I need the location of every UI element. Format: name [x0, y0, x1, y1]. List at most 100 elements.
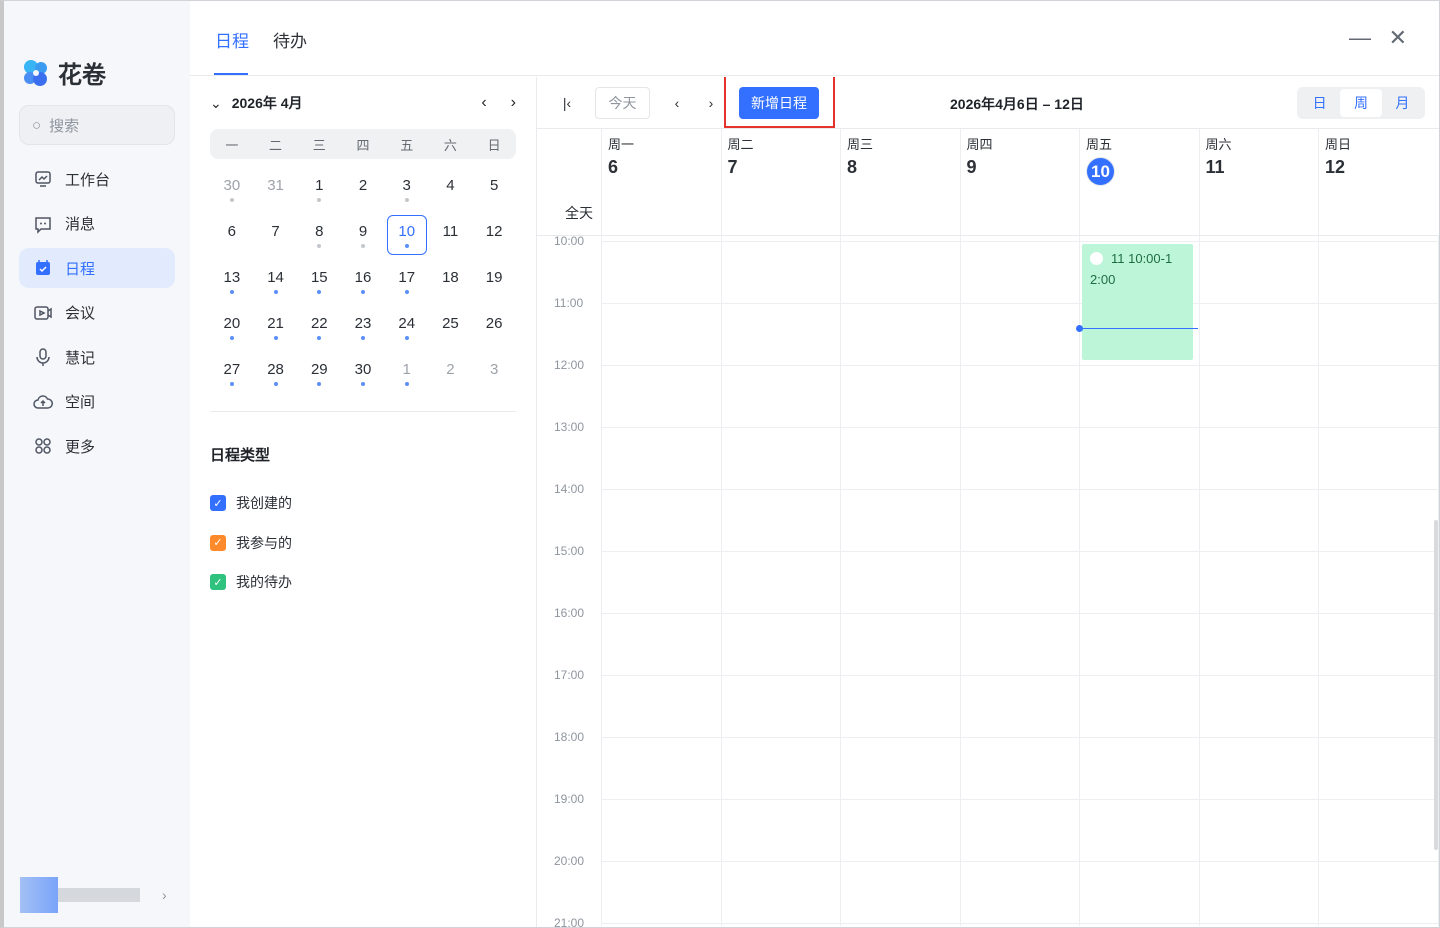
- mini-calendar-day[interactable]: 9: [343, 215, 383, 255]
- mini-calendar-day[interactable]: 3: [387, 169, 427, 209]
- day-column-header[interactable]: 周六 11: [1198, 129, 1319, 236]
- mini-calendar-day[interactable]: 11: [431, 215, 471, 255]
- next-week-button[interactable]: ›: [701, 87, 721, 119]
- avatar: [20, 877, 58, 913]
- close-button[interactable]: ✕: [1389, 25, 1407, 51]
- next-month-button[interactable]: ›: [511, 94, 516, 112]
- search-input[interactable]: ○ 搜索: [19, 105, 175, 145]
- event-dot: [448, 244, 452, 248]
- mini-calendar-day[interactable]: 20: [212, 307, 252, 347]
- sidebar-item-2[interactable]: 日程: [19, 248, 175, 288]
- schedule-type-checkbox[interactable]: ✓ 我创建的: [210, 493, 292, 513]
- mini-calendar-day[interactable]: 15: [299, 261, 339, 301]
- mini-calendar-day[interactable]: 30: [212, 169, 252, 209]
- mini-calendar-day[interactable]: 30: [343, 353, 383, 393]
- mini-calendar-day[interactable]: 18: [431, 261, 471, 301]
- day-column-line: [720, 235, 722, 926]
- sidebar-item-0[interactable]: 工作台: [19, 159, 175, 199]
- sidebar-nav: 工作台消息 日程会议 慧记空间 更多: [19, 159, 175, 471]
- mini-calendar-day[interactable]: 4: [431, 169, 471, 209]
- day-number: 19: [485, 268, 503, 286]
- day-number: 13: [223, 268, 241, 286]
- mini-calendar-day[interactable]: 21: [256, 307, 296, 347]
- day-column-header[interactable]: 周一 6: [601, 129, 721, 236]
- mini-calendar-day[interactable]: 24: [387, 307, 427, 347]
- tab-schedule[interactable]: 日程: [215, 27, 249, 52]
- prev-month-button[interactable]: ‹: [481, 94, 486, 112]
- day-column-header[interactable]: 周三 8: [840, 129, 960, 236]
- mini-calendar-day[interactable]: 29: [299, 353, 339, 393]
- divider: [537, 235, 1439, 236]
- schedule-type-checkbox[interactable]: ✓ 我的待办: [210, 572, 292, 592]
- day-column-header[interactable]: 周五 10: [1079, 129, 1199, 236]
- top-tabs: 日程 待办 — ✕: [190, 1, 1439, 76]
- prev-week-button[interactable]: ‹: [667, 87, 687, 119]
- mini-calendar-day[interactable]: 13: [212, 261, 252, 301]
- mini-calendar-day[interactable]: 23: [343, 307, 383, 347]
- mini-calendar-day[interactable]: 8: [299, 215, 339, 255]
- mini-calendar-day[interactable]: 2: [431, 353, 471, 393]
- day-number: 25: [442, 314, 459, 332]
- tab-todo[interactable]: 待办: [273, 27, 307, 52]
- app-name: 花卷: [58, 62, 106, 89]
- all-day-label: 全天: [565, 205, 593, 221]
- view-day[interactable]: 日: [1299, 89, 1340, 117]
- hour-line: [601, 799, 1439, 800]
- today-button[interactable]: 今天: [595, 87, 650, 119]
- view-week[interactable]: 周: [1340, 89, 1382, 117]
- day-number: 9: [966, 157, 977, 177]
- sidebar-item-5[interactable]: 空间: [19, 382, 175, 422]
- sidebar-item-4[interactable]: 慧记: [19, 337, 175, 377]
- mini-calendar-day[interactable]: 22: [299, 307, 339, 347]
- mini-calendar-day[interactable]: 2: [343, 169, 383, 209]
- day-number: 20: [223, 314, 241, 332]
- event-block[interactable]: 11 10:00-1 2:00: [1082, 244, 1193, 360]
- day-number: 17: [398, 268, 416, 286]
- sidebar-item-3[interactable]: 会议: [19, 293, 175, 333]
- day-number: 27: [223, 360, 241, 378]
- schedule-type-label: 我参与的: [236, 534, 292, 551]
- mini-calendar-day[interactable]: 1: [299, 169, 339, 209]
- mini-calendar-day[interactable]: 10: [386, 215, 427, 255]
- hour-label: 19:00: [554, 792, 585, 806]
- day-column-header[interactable]: 周日 12: [1318, 129, 1438, 236]
- user-profile[interactable]: ›: [20, 877, 167, 913]
- collapse-icon[interactable]: ⌄: [210, 95, 222, 112]
- time-grid[interactable]: 21:00 20:00 19:00 18:00 17:00 16:00 15:00 14:00…: [537, 234, 1439, 927]
- dashboard-icon: [35, 171, 51, 187]
- mini-calendar-day[interactable]: 14: [256, 261, 296, 301]
- current-time-indicator: [1076, 325, 1198, 332]
- mini-calendar-day[interactable]: 12: [474, 215, 514, 255]
- day-number: 23: [354, 314, 372, 332]
- mini-calendar-day[interactable]: 7: [256, 215, 296, 255]
- event-status-icon: [1090, 252, 1103, 265]
- mini-calendar-day[interactable]: 31: [256, 169, 296, 209]
- scrollbar[interactable]: [1434, 520, 1438, 850]
- day-column-header[interactable]: 周四 9: [959, 129, 1080, 236]
- weekday-label: 六: [443, 137, 457, 153]
- mini-calendar-day[interactable]: 1: [387, 353, 427, 393]
- mini-calendar-day[interactable]: 27: [212, 353, 252, 393]
- mini-calendar-day[interactable]: 3: [474, 353, 514, 393]
- mini-calendar-day[interactable]: 6: [212, 215, 252, 255]
- sidebar-item-1[interactable]: 消息: [19, 204, 175, 244]
- user-name-blurred: [58, 888, 140, 902]
- mini-calendar-day[interactable]: 17: [387, 261, 427, 301]
- mini-calendar-day[interactable]: 26: [474, 307, 514, 347]
- schedule-type-checkbox[interactable]: ✓ 我参与的: [210, 533, 292, 553]
- view-month[interactable]: 月: [1382, 89, 1423, 117]
- minimize-button[interactable]: —: [1349, 25, 1371, 51]
- mini-calendar-day[interactable]: 19: [474, 261, 514, 301]
- event-dot: [492, 382, 496, 386]
- first-page-button[interactable]: |‹: [555, 87, 579, 119]
- mini-calendar-day[interactable]: 28: [256, 353, 296, 393]
- app-logo: 花卷: [20, 55, 106, 90]
- day-column-header[interactable]: 周二 7: [720, 129, 841, 236]
- new-event-button[interactable]: 新增日程: [739, 87, 819, 119]
- mini-calendar-day[interactable]: 5: [474, 169, 514, 209]
- event-dot: [317, 243, 322, 248]
- mini-calendar-day[interactable]: 25: [431, 307, 471, 347]
- day-number: 31: [267, 176, 284, 194]
- sidebar-item-6[interactable]: 更多: [19, 426, 175, 466]
- mini-calendar-day[interactable]: 16: [343, 261, 383, 301]
